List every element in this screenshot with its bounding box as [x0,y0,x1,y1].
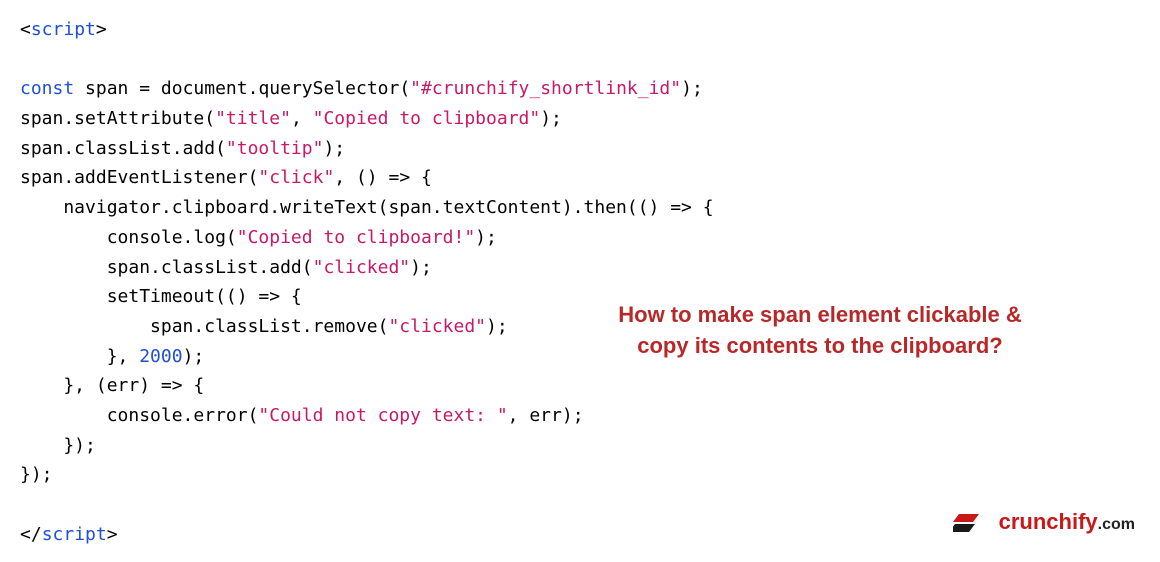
crunchify-logo-text: crunchify.com [999,504,1135,540]
callout-question: How to make span element clickable & cop… [530,300,1110,362]
crunchify-logo-icon [953,508,991,536]
string-literal: "#crunchify_shortlink_id" [410,78,681,99]
callout-line-1: How to make span element clickable & [530,300,1110,331]
callout-line-2: copy its contents to the clipboard? [530,331,1110,362]
keyword-const: const [20,78,74,99]
code-block: <script> const span = document.querySele… [20,15,1140,549]
crunchify-logo: crunchify.com [953,504,1135,540]
tag-name-close: script [42,524,107,545]
tag-name-open: script [31,19,96,40]
number-literal: 2000 [139,346,182,367]
tag-bracket: < [20,19,31,40]
